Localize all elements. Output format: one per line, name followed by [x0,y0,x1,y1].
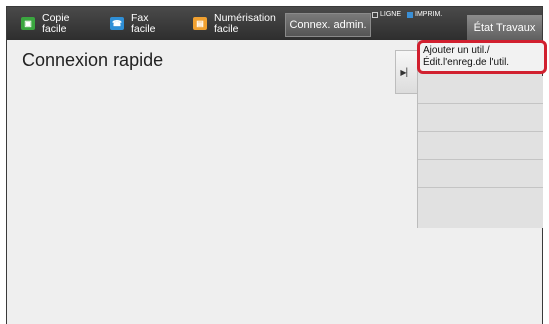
print-status-label: IMPRIM. [415,11,443,18]
easy-copy-label-line1: Copie [42,11,70,24]
easy-fax-label: Fax facile [131,11,156,35]
easy-scan-label-line2: facile [214,22,239,35]
line-status-indicator: LIGNE [372,11,401,18]
admin-login-button[interactable]: Connex. admin. [285,13,371,37]
add-edit-user-line2: Édit.l'enreg.de l'util. [423,57,510,68]
easy-scan-label-line1: Numérisation [214,11,276,24]
easy-fax-label-line1: Fax [131,11,149,24]
panel-item-empty[interactable] [418,160,543,188]
easy-scan-label: Numérisation facile [214,11,276,35]
print-status-square [407,11,413,18]
easy-copy-label: Copie facile [42,11,70,35]
easy-copy-label-line2: facile [42,22,67,35]
scan-icon: ▤ [193,17,207,30]
panel-item-empty[interactable] [418,104,543,132]
panel-item-empty[interactable] [418,132,543,160]
add-edit-user-line1: Ajouter un util./ [423,45,490,56]
app-frame: ▣ Copie facile ☎ Fax facile ▤ Numérisati… [6,6,547,324]
easy-copy-button[interactable]: ▣ Copie facile [21,7,69,40]
top-bar: ▣ Copie facile ☎ Fax facile ▤ Numérisati… [7,7,542,40]
panel-item-empty[interactable] [418,76,543,104]
fax-icon: ☎ [110,17,124,30]
panel-toggle-handle[interactable]: ▶▏ [395,50,417,94]
copy-icon: ▣ [21,17,35,30]
panel-item-empty[interactable] [418,200,543,228]
page-title: Connexion rapide [22,50,164,70]
line-status-label: LIGNE [380,11,402,18]
line-status-square [372,11,378,18]
add-edit-user-button[interactable]: Ajouter un util./ Édit.l'enreg.de l'util… [417,40,547,74]
collapse-arrow-icon: ▶▏ [400,67,413,77]
job-status-button[interactable]: État Travaux [467,15,542,40]
easy-fax-label-line2: facile [131,22,156,35]
easy-fax-button[interactable]: ☎ Fax facile [110,7,156,40]
easy-scan-button[interactable]: ▤ Numérisation facile [193,7,276,40]
print-status-indicator: IMPRIM. [407,11,442,18]
